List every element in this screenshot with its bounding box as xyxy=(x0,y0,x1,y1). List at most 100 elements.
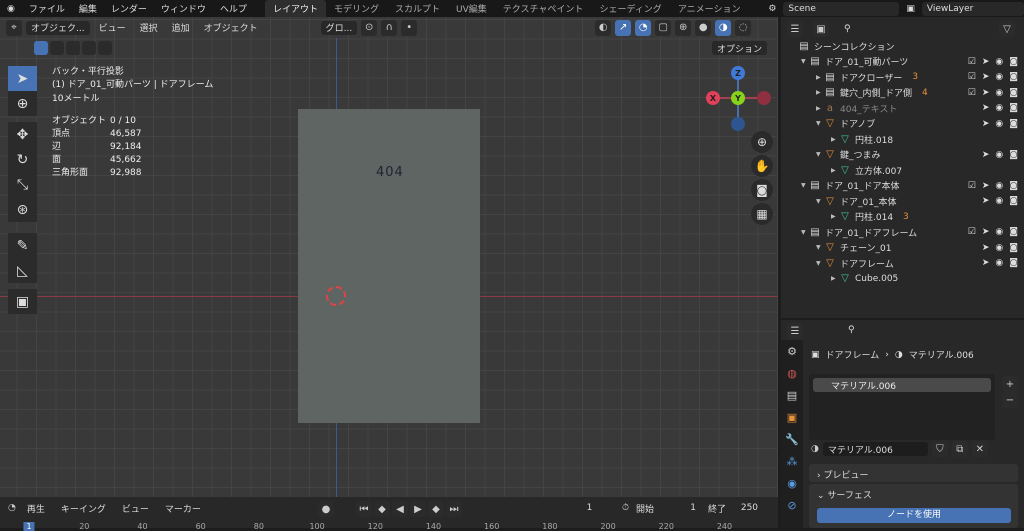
current-frame-field[interactable]: 1 xyxy=(562,501,617,515)
exclude-checkbox[interactable]: ☑ xyxy=(968,72,976,82)
shading-solid-icon[interactable]: ● xyxy=(695,19,712,36)
outliner-scene-collection[interactable]: ▤ シーンコレクション xyxy=(781,39,1024,54)
door-frame-object[interactable] xyxy=(298,109,480,423)
visibility-icon[interactable]: ◐ xyxy=(595,19,612,36)
pan-hand-icon[interactable]: ✋ xyxy=(751,155,773,177)
jump-end-icon[interactable]: ⏭ xyxy=(446,501,462,517)
object-menu[interactable]: オブジェクト xyxy=(199,19,263,36)
select-invert-icon[interactable] xyxy=(82,41,96,55)
select-menu[interactable]: 選択 xyxy=(135,19,163,36)
expand-toggle-icon[interactable]: ▶ xyxy=(831,167,839,174)
outliner-row[interactable]: ▶ ▽ 立方体.007 xyxy=(781,163,1024,178)
render-camera-icon[interactable]: ◙ xyxy=(1009,103,1018,113)
measure-tool-icon[interactable]: ◺ xyxy=(8,258,37,283)
select-extend-icon[interactable] xyxy=(50,41,64,55)
exclude-checkbox[interactable]: ☑ xyxy=(968,88,976,98)
select-new-icon[interactable] xyxy=(34,41,48,55)
expand-toggle-icon[interactable]: ▼ xyxy=(816,151,824,158)
modifier-tab-icon[interactable]: 🔧 xyxy=(781,428,803,450)
outliner-row[interactable]: ▼ ▤ ドア_01_可動パーツ ☑ ➤ ◉ ◙ xyxy=(781,54,1024,69)
exclude-checkbox[interactable]: ☑ xyxy=(968,227,976,237)
expand-toggle-icon[interactable]: ▼ xyxy=(801,229,809,236)
select-arrow-icon[interactable]: ➤ xyxy=(982,227,990,237)
add-slot-icon[interactable]: + xyxy=(1002,376,1018,392)
expand-toggle-icon[interactable]: ▼ xyxy=(816,260,824,267)
menu-render[interactable]: レンダー xyxy=(104,2,154,15)
outliner-row[interactable]: ▼ ▽ 鍵_つまみ ➤ ◉ ◙ xyxy=(781,147,1024,162)
outliner-row[interactable]: ▶ ▽ 円柱.018 xyxy=(781,132,1024,147)
gizmo-z-axis[interactable]: Z xyxy=(731,66,745,80)
select-arrow-icon[interactable]: ➤ xyxy=(982,243,990,253)
select-arrow-icon[interactable]: ➤ xyxy=(982,72,990,82)
outliner-row[interactable]: ▼ ▤ ドア_01_ドアフレーム ☑ ➤ ◉ ◙ xyxy=(781,225,1024,240)
transform-tool-icon[interactable]: ⊛ xyxy=(8,197,37,222)
play-icon[interactable]: ▶ xyxy=(410,501,426,517)
world-tab-icon[interactable]: ◍ xyxy=(781,362,803,384)
view-menu[interactable]: ビュー xyxy=(94,19,131,36)
select-box-tool-icon[interactable]: ➤ xyxy=(8,66,37,91)
eye-icon[interactable]: ◉ xyxy=(995,88,1003,98)
display-mode-icon[interactable]: ▣ xyxy=(813,21,829,37)
rotate-tool-icon[interactable]: ↻ xyxy=(8,147,37,172)
eye-icon[interactable]: ◉ xyxy=(995,243,1003,253)
expand-toggle-icon[interactable]: ▼ xyxy=(816,244,824,251)
outliner-row[interactable]: ▼ ▽ ドアノブ ➤ ◉ ◙ xyxy=(781,116,1024,131)
outliner-row[interactable]: ▼ ▤ ドア_01_ドア本体 ☑ ➤ ◉ ◙ xyxy=(781,178,1024,193)
eye-icon[interactable]: ◉ xyxy=(995,103,1003,113)
render-camera-icon[interactable]: ◙ xyxy=(1009,150,1018,160)
scale-tool-icon[interactable]: ⤡ xyxy=(8,172,37,197)
annotate-tool-icon[interactable]: ✎ xyxy=(8,233,37,258)
tab-shading[interactable]: シェーディング xyxy=(591,0,669,17)
next-keyframe-icon[interactable]: ◆ xyxy=(428,501,444,517)
pivot-icon[interactable]: ⊙ xyxy=(361,19,378,36)
material-name-field[interactable]: マテリアル.006 xyxy=(822,442,928,456)
overlay-toggle-icon[interactable]: ◔ xyxy=(635,19,652,36)
collection-tab-icon[interactable]: ▤ xyxy=(781,384,803,406)
outliner-row[interactable]: ▼ ▽ チェーン_01 ➤ ◉ ◙ xyxy=(781,240,1024,255)
scene-field[interactable]: Scene xyxy=(783,1,900,16)
mode-dropdown[interactable]: オブジェク... xyxy=(26,20,90,35)
menu-window[interactable]: ウィンドウ xyxy=(154,2,213,15)
outliner-row[interactable]: ▶ ▤ ドアクローザー 3 ☑ ➤ ◉ ◙ xyxy=(781,70,1024,85)
outliner-row[interactable]: ▶ ▽ 円柱.014 3 xyxy=(781,209,1024,224)
tab-uv[interactable]: UV編集 xyxy=(448,0,495,17)
move-tool-icon[interactable]: ✥ xyxy=(8,122,37,147)
playback-menu[interactable]: 再生 xyxy=(22,500,50,517)
particles-tab-icon[interactable]: ⁂ xyxy=(781,450,803,472)
camera-icon[interactable]: ◙ xyxy=(751,179,773,201)
gizmo-neg-z-axis[interactable] xyxy=(731,117,745,131)
outliner-row[interactable]: ▶ ▤ 鍵穴_内側_ドア側 4 ☑ ➤ ◉ ◙ xyxy=(781,85,1024,100)
expand-toggle-icon[interactable]: ▶ xyxy=(816,105,824,112)
xray-icon[interactable]: ▢ xyxy=(655,19,672,36)
eye-icon[interactable]: ◉ xyxy=(995,119,1003,129)
menu-edit[interactable]: 編集 xyxy=(72,2,104,15)
outliner-editor-icon[interactable]: ☰ xyxy=(787,21,803,37)
shading-wireframe-icon[interactable]: ⊕ xyxy=(675,19,692,36)
prev-keyframe-icon[interactable]: ◆ xyxy=(374,501,390,517)
filter-icon[interactable]: ▽ xyxy=(999,21,1015,37)
timeline-editor-icon[interactable]: ◔ xyxy=(8,503,16,513)
properties-search-input[interactable]: ⚲ xyxy=(843,323,933,337)
select-subtract-icon[interactable] xyxy=(66,41,80,55)
3d-cursor-icon[interactable] xyxy=(326,286,346,306)
outliner-row[interactable]: ▼ ▽ ドアフレーム ➤ ◉ ◙ xyxy=(781,256,1024,271)
properties-editor-icon[interactable]: ☰ xyxy=(787,323,803,339)
view-layer-field[interactable]: ViewLayer xyxy=(921,1,1024,16)
timeline-view-menu[interactable]: ビュー xyxy=(117,500,154,517)
expand-toggle-icon[interactable]: ▶ xyxy=(816,89,824,96)
select-arrow-icon[interactable]: ➤ xyxy=(982,150,990,160)
select-intersect-icon[interactable] xyxy=(98,41,112,55)
render-camera-icon[interactable]: ◙ xyxy=(1009,57,1018,67)
render-camera-icon[interactable]: ◙ xyxy=(1009,258,1018,268)
menu-help[interactable]: ヘルプ xyxy=(213,2,254,15)
gizmo-y-axis[interactable]: Y xyxy=(731,91,745,105)
add-menu[interactable]: 追加 xyxy=(167,19,195,36)
expand-toggle-icon[interactable]: ▼ xyxy=(816,120,824,127)
eye-icon[interactable]: ◉ xyxy=(995,258,1003,268)
tab-texture-paint[interactable]: テクスチャペイント xyxy=(495,0,592,17)
expand-toggle-icon[interactable]: ▼ xyxy=(801,58,809,65)
physics-tab-icon[interactable]: ◉ xyxy=(781,472,803,494)
eye-icon[interactable]: ◉ xyxy=(995,72,1003,82)
select-arrow-icon[interactable]: ➤ xyxy=(982,103,990,113)
fake-user-icon[interactable]: ⛉ xyxy=(931,441,948,457)
